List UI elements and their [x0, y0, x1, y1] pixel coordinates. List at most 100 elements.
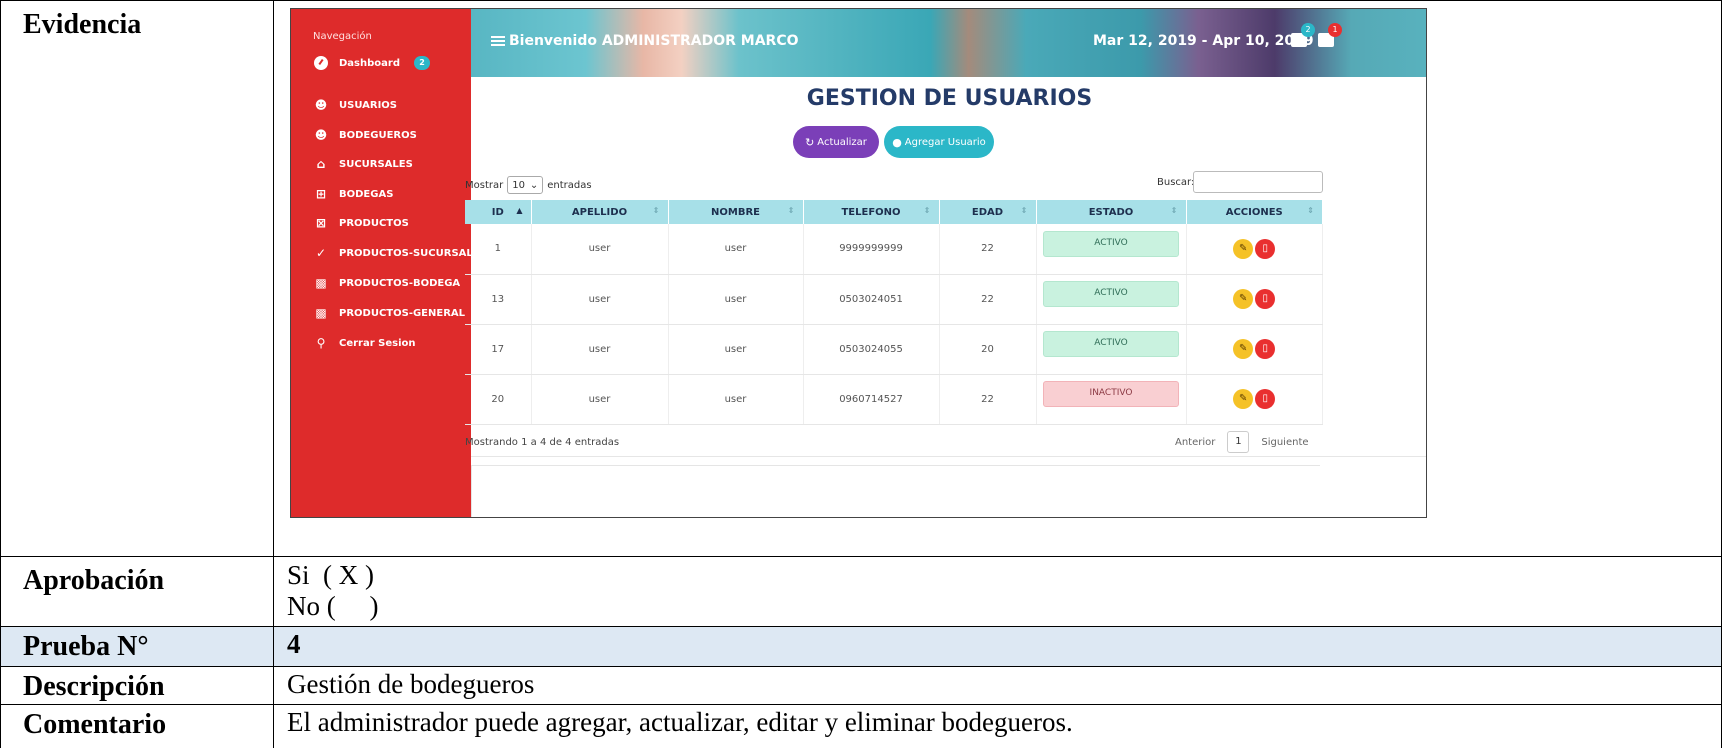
cell-nombre: user: [668, 274, 804, 325]
sidebar-item-productos-bodega[interactable]: ▩ PRODUCTOS-BODEGA: [313, 276, 460, 290]
sidebar-item-productos[interactable]: ⊠ PRODUCTOS: [313, 216, 409, 230]
plus-circle-icon: ●: [892, 135, 902, 149]
delete-icon[interactable]: ▯: [1255, 389, 1276, 409]
cell-telefono: 0503024055: [803, 324, 940, 375]
test-number-label: Prueba N°: [0, 626, 274, 667]
sort-icon: ⇕: [652, 206, 660, 215]
cell-id: 20: [465, 374, 532, 425]
cell-telefono: 0960714527: [803, 374, 940, 425]
cell-edad: 22: [939, 274, 1037, 325]
show-label: Mostrar: [465, 179, 504, 191]
table-row: 17 user user 0503024055 20 ACTIVO ✎ ▯: [465, 324, 1323, 375]
column-header-acciones[interactable]: ACCIONES ⇕: [1186, 200, 1323, 224]
date-range[interactable]: Mar 12, 2019 - Apr 10, 2019: [1093, 33, 1314, 49]
column-header-edad[interactable]: EDAD ⇕: [939, 200, 1037, 224]
comment-value: El administrador puede agregar, actualiz…: [273, 704, 1722, 748]
sidebar-item-productos-sucursal[interactable]: ✓ PRODUCTOS-SUCURSAL: [313, 246, 473, 260]
page-length-select[interactable]: 10 ⌄: [507, 176, 544, 194]
users-icon: ☻: [314, 98, 328, 112]
status-badge: ACTIVO: [1043, 230, 1179, 257]
box-icon: ⊠: [315, 216, 327, 230]
refresh-icon: ↻: [805, 135, 815, 149]
search-label: Buscar:: [1157, 177, 1195, 188]
comment-label: Comentario: [0, 704, 274, 748]
update-button[interactable]: ↻ Actualizar: [793, 126, 879, 158]
sort-icon: ⇕: [787, 206, 795, 215]
description-value: Gestión de bodegueros: [273, 666, 1722, 705]
sidebar-item-label: Cerrar Sesion: [339, 337, 416, 349]
dashboard-icon: [313, 56, 329, 70]
cell-acciones: ✎ ▯: [1186, 274, 1323, 325]
description-row: Descripción Gestión de bodegueros: [0, 666, 1722, 705]
sidebar-item-productos-general[interactable]: ▩ PRODUCTOS-GENERAL: [313, 306, 465, 320]
dashboard-badge: 2: [414, 56, 430, 70]
column-header-estado[interactable]: ESTADO ⇕: [1036, 200, 1187, 224]
cell-edad: 20: [939, 324, 1037, 375]
edit-icon[interactable]: ✎: [1233, 389, 1254, 409]
cell-nombre: user: [668, 324, 804, 375]
table-row: 1 user user 9999999999 22 ACTIVO ✎ ▯: [465, 224, 1323, 275]
add-user-button[interactable]: ● Agregar Usuario: [884, 126, 994, 158]
sidebar-item-label: BODEGAS: [339, 188, 394, 200]
sidebar-title: Navegación: [313, 31, 372, 42]
sidebar-item-usuarios[interactable]: ☻ USUARIOS: [313, 98, 397, 112]
sidebar-item-label: USUARIOS: [339, 99, 397, 111]
factory-icon: ▩: [315, 276, 327, 290]
page-length-value: 10: [512, 179, 525, 191]
column-header-nombre[interactable]: NOMBRE ⇕: [668, 200, 804, 224]
table-info: Mostrando 1 a 4 de 4 entradas: [465, 437, 620, 448]
cell-estado: ACTIVO: [1036, 274, 1187, 325]
grid-icon: ⊞: [315, 187, 327, 201]
test-number-row: Prueba N° 4: [0, 626, 1722, 667]
cell-id: 1: [465, 224, 532, 275]
next-page-button[interactable]: Siguiente: [1261, 437, 1308, 448]
pagination: Anterior 1 Siguiente: [1175, 431, 1309, 453]
sidebar-item-label: PRODUCTOS-GENERAL: [339, 307, 466, 319]
sidebar-item-bodegueros[interactable]: ☻ BODEGUEROS: [313, 128, 417, 142]
sidebar-item-label: PRODUCTOS-SUCURSAL: [339, 247, 473, 259]
sidebar-item-label: BODEGUEROS: [339, 129, 417, 141]
check-icon: ✓: [315, 246, 327, 260]
sidebar: Navegación Dashboard 2 ☻ USUARIOS ☻ BODE…: [291, 9, 473, 517]
previous-page-button[interactable]: Anterior: [1175, 437, 1215, 448]
edit-icon[interactable]: ✎: [1233, 339, 1254, 359]
delete-icon[interactable]: ▯: [1255, 339, 1276, 359]
cell-estado: ACTIVO: [1036, 224, 1187, 275]
cell-acciones: ✎ ▯: [1186, 374, 1323, 425]
sort-asc-icon: ▲: [516, 206, 523, 215]
column-header-id[interactable]: ID ▲: [465, 200, 532, 224]
column-header-telefono[interactable]: TELEFONO ⇕: [803, 200, 940, 224]
sidebar-item-bodegas[interactable]: ⊞ BODEGAS: [313, 187, 393, 201]
sidebar-item-label: Dashboard: [339, 57, 400, 69]
edit-icon[interactable]: ✎: [1233, 238, 1254, 259]
description-label: Descripción: [0, 666, 274, 705]
delete-icon[interactable]: ▯: [1255, 289, 1276, 309]
search-input[interactable]: [1193, 171, 1323, 193]
cell-apellido: user: [531, 374, 669, 425]
table-row: 13 user user 0503024051 22 ACTIVO ✎ ▯: [465, 274, 1323, 325]
edit-icon[interactable]: ✎: [1233, 289, 1254, 309]
status-badge: INACTIVO: [1043, 381, 1179, 407]
page-title: GESTION DE USUARIOS: [806, 86, 1093, 111]
table-header-row: ID ▲ APELLIDO ⇕ NOMBRE ⇕ TELEFONO ⇕ EDAD ⇕ ES…: [465, 200, 1323, 224]
cell-id: 17: [465, 324, 532, 375]
menu-icon[interactable]: [491, 34, 505, 48]
cell-apellido: user: [531, 224, 669, 275]
sidebar-item-logout[interactable]: ⚲ Cerrar Sesion: [313, 336, 416, 350]
users-icon: ☻: [314, 128, 328, 142]
entries-label: entradas: [547, 179, 592, 191]
delete-icon[interactable]: ▯: [1255, 238, 1276, 259]
sidebar-item-sucursales[interactable]: ⌂ SUCURSALES: [313, 157, 413, 171]
evidence-label: Evidencia: [0, 0, 274, 557]
comment-row: Comentario El administrador puede agrega…: [0, 704, 1722, 748]
cell-id: 13: [465, 274, 532, 325]
sidebar-item-dashboard[interactable]: Dashboard 2: [313, 56, 430, 70]
page-1-button[interactable]: 1: [1227, 431, 1250, 453]
cell-acciones: ✎ ▯: [1186, 224, 1323, 275]
users-table: ID ▲ APELLIDO ⇕ NOMBRE ⇕ TELEFONO ⇕ EDAD ⇕ ES…: [465, 200, 1323, 425]
cell-edad: 22: [939, 374, 1037, 425]
welcome-title: Bienvenido ADMINISTRADOR MARCO: [491, 33, 799, 49]
cell-nombre: user: [668, 374, 804, 425]
table-row: 20 user user 0960714527 22 INACTIVO ✎ ▯: [465, 374, 1323, 425]
column-header-apellido[interactable]: APELLIDO ⇕: [531, 200, 669, 224]
